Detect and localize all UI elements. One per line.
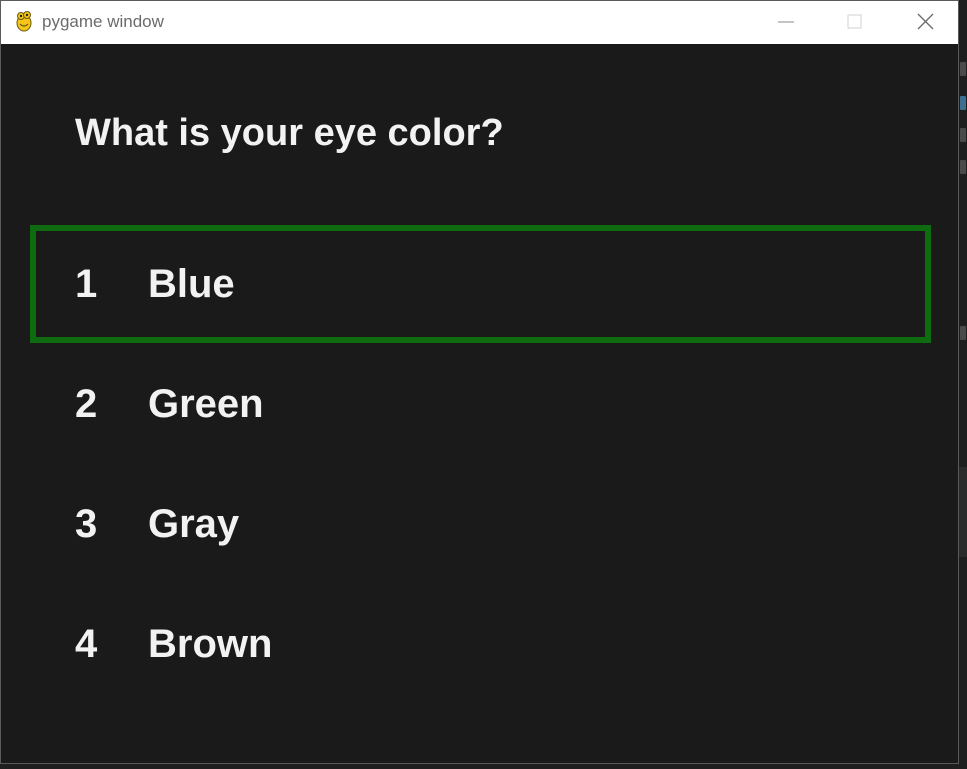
- option-number: 3: [75, 502, 98, 546]
- minimize-icon: [778, 21, 794, 23]
- option-gray[interactable]: 3 Gray: [30, 465, 931, 583]
- maximize-button[interactable]: [820, 1, 888, 44]
- option-label: Brown: [148, 622, 273, 666]
- background-text-fragment: [960, 160, 966, 174]
- option-green[interactable]: 2 Green: [30, 345, 931, 463]
- background-text-fragment: [960, 62, 966, 76]
- quiz-canvas: What is your eye color? 1 Blue 2 Green 3…: [1, 44, 958, 763]
- background-editor-edge: [959, 0, 967, 769]
- option-brown[interactable]: 4 Brown: [30, 585, 931, 703]
- background-text-fragment: [960, 128, 966, 142]
- option-number: 4: [75, 622, 98, 666]
- window-title: pygame window: [42, 12, 164, 31]
- option-number: 2: [75, 382, 98, 426]
- option-label: Gray: [148, 502, 240, 546]
- option-label: Green: [148, 382, 264, 426]
- option-number: 1: [75, 262, 98, 306]
- maximize-icon: [847, 14, 862, 29]
- pygame-window: pygame window What is your eye color? 1 …: [0, 0, 959, 764]
- background-text-fragment: [960, 96, 966, 110]
- question-text: What is your eye color?: [75, 112, 504, 154]
- option-label: Blue: [148, 262, 235, 306]
- pygame-snake-icon: [13, 10, 35, 32]
- close-button[interactable]: [890, 1, 958, 44]
- close-icon: [917, 13, 934, 30]
- option-blue[interactable]: 1 Blue: [30, 225, 931, 343]
- title-bar[interactable]: pygame window: [1, 1, 958, 44]
- minimize-button[interactable]: [752, 1, 820, 44]
- background-text-fragment: [960, 326, 966, 340]
- background-panel-band: [959, 467, 967, 557]
